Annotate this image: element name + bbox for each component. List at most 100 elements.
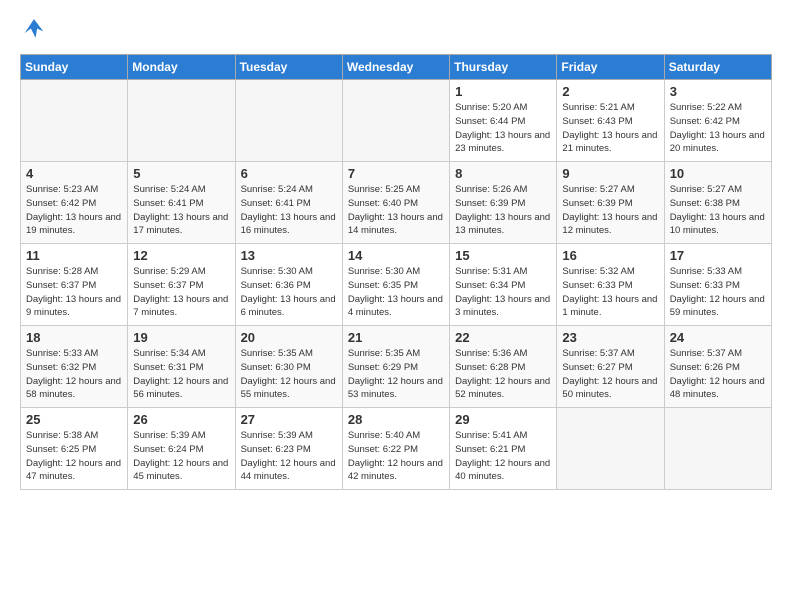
calendar-week-row: 11 Sunrise: 5:28 AM Sunset: 6:37 PM Dayl… — [21, 244, 772, 326]
daylight-text: Daylight: 12 hours and 59 minutes. — [670, 294, 765, 319]
daylight-text: Daylight: 13 hours and 6 minutes. — [241, 294, 336, 319]
sunset-text: Sunset: 6:21 PM — [455, 444, 525, 455]
day-info: Sunrise: 5:27 AM Sunset: 6:38 PM Dayligh… — [670, 183, 766, 238]
day-info: Sunrise: 5:35 AM Sunset: 6:30 PM Dayligh… — [241, 347, 337, 402]
calendar-cell: 17 Sunrise: 5:33 AM Sunset: 6:33 PM Dayl… — [664, 244, 771, 326]
day-info: Sunrise: 5:38 AM Sunset: 6:25 PM Dayligh… — [26, 429, 122, 484]
logo — [20, 16, 52, 44]
sunset-text: Sunset: 6:26 PM — [670, 362, 740, 373]
day-number: 9 — [562, 166, 658, 181]
calendar-cell: 21 Sunrise: 5:35 AM Sunset: 6:29 PM Dayl… — [342, 326, 449, 408]
day-info: Sunrise: 5:33 AM Sunset: 6:33 PM Dayligh… — [670, 265, 766, 320]
daylight-text: Daylight: 12 hours and 56 minutes. — [133, 376, 228, 401]
calendar-cell: 6 Sunrise: 5:24 AM Sunset: 6:41 PM Dayli… — [235, 162, 342, 244]
calendar-table: SundayMondayTuesdayWednesdayThursdayFrid… — [20, 54, 772, 490]
day-number: 25 — [26, 412, 122, 427]
sunrise-text: Sunrise: 5:31 AM — [455, 266, 527, 277]
sunset-text: Sunset: 6:35 PM — [348, 280, 418, 291]
sunrise-text: Sunrise: 5:29 AM — [133, 266, 205, 277]
calendar-cell: 16 Sunrise: 5:32 AM Sunset: 6:33 PM Dayl… — [557, 244, 664, 326]
sunrise-text: Sunrise: 5:38 AM — [26, 430, 98, 441]
sunrise-text: Sunrise: 5:40 AM — [348, 430, 420, 441]
daylight-text: Daylight: 12 hours and 53 minutes. — [348, 376, 443, 401]
sunrise-text: Sunrise: 5:36 AM — [455, 348, 527, 359]
day-number: 21 — [348, 330, 444, 345]
sunrise-text: Sunrise: 5:24 AM — [133, 184, 205, 195]
daylight-text: Daylight: 12 hours and 45 minutes. — [133, 458, 228, 483]
sunset-text: Sunset: 6:23 PM — [241, 444, 311, 455]
daylight-text: Daylight: 13 hours and 12 minutes. — [562, 212, 657, 237]
calendar-cell: 28 Sunrise: 5:40 AM Sunset: 6:22 PM Dayl… — [342, 408, 449, 490]
daylight-text: Daylight: 12 hours and 58 minutes. — [26, 376, 121, 401]
daylight-text: Daylight: 12 hours and 44 minutes. — [241, 458, 336, 483]
sunset-text: Sunset: 6:38 PM — [670, 198, 740, 209]
sunset-text: Sunset: 6:32 PM — [26, 362, 96, 373]
daylight-text: Daylight: 13 hours and 13 minutes. — [455, 212, 550, 237]
calendar-week-row: 18 Sunrise: 5:33 AM Sunset: 6:32 PM Dayl… — [21, 326, 772, 408]
day-number: 19 — [133, 330, 229, 345]
daylight-text: Daylight: 12 hours and 55 minutes. — [241, 376, 336, 401]
day-number: 11 — [26, 248, 122, 263]
sunset-text: Sunset: 6:40 PM — [348, 198, 418, 209]
logo-icon — [20, 16, 48, 44]
calendar-cell — [128, 80, 235, 162]
sunset-text: Sunset: 6:33 PM — [670, 280, 740, 291]
day-number: 23 — [562, 330, 658, 345]
day-number: 3 — [670, 84, 766, 99]
day-info: Sunrise: 5:27 AM Sunset: 6:39 PM Dayligh… — [562, 183, 658, 238]
daylight-text: Daylight: 13 hours and 1 minute. — [562, 294, 657, 319]
daylight-text: Daylight: 13 hours and 10 minutes. — [670, 212, 765, 237]
calendar-cell: 8 Sunrise: 5:26 AM Sunset: 6:39 PM Dayli… — [450, 162, 557, 244]
calendar-week-row: 4 Sunrise: 5:23 AM Sunset: 6:42 PM Dayli… — [21, 162, 772, 244]
column-header-saturday: Saturday — [664, 55, 771, 80]
day-info: Sunrise: 5:39 AM Sunset: 6:24 PM Dayligh… — [133, 429, 229, 484]
day-info: Sunrise: 5:25 AM Sunset: 6:40 PM Dayligh… — [348, 183, 444, 238]
daylight-text: Daylight: 13 hours and 9 minutes. — [26, 294, 121, 319]
day-info: Sunrise: 5:36 AM Sunset: 6:28 PM Dayligh… — [455, 347, 551, 402]
day-info: Sunrise: 5:24 AM Sunset: 6:41 PM Dayligh… — [133, 183, 229, 238]
sunset-text: Sunset: 6:41 PM — [241, 198, 311, 209]
day-number: 24 — [670, 330, 766, 345]
sunset-text: Sunset: 6:33 PM — [562, 280, 632, 291]
sunrise-text: Sunrise: 5:37 AM — [670, 348, 742, 359]
calendar-cell: 23 Sunrise: 5:37 AM Sunset: 6:27 PM Dayl… — [557, 326, 664, 408]
day-info: Sunrise: 5:22 AM Sunset: 6:42 PM Dayligh… — [670, 101, 766, 156]
calendar-cell — [342, 80, 449, 162]
day-info: Sunrise: 5:23 AM Sunset: 6:42 PM Dayligh… — [26, 183, 122, 238]
calendar-cell: 1 Sunrise: 5:20 AM Sunset: 6:44 PM Dayli… — [450, 80, 557, 162]
sunset-text: Sunset: 6:39 PM — [455, 198, 525, 209]
daylight-text: Daylight: 12 hours and 52 minutes. — [455, 376, 550, 401]
column-header-thursday: Thursday — [450, 55, 557, 80]
day-number: 16 — [562, 248, 658, 263]
calendar-cell — [21, 80, 128, 162]
sunrise-text: Sunrise: 5:30 AM — [241, 266, 313, 277]
day-number: 17 — [670, 248, 766, 263]
day-info: Sunrise: 5:21 AM Sunset: 6:43 PM Dayligh… — [562, 101, 658, 156]
sunrise-text: Sunrise: 5:22 AM — [670, 102, 742, 113]
day-number: 4 — [26, 166, 122, 181]
day-number: 1 — [455, 84, 551, 99]
daylight-text: Daylight: 13 hours and 19 minutes. — [26, 212, 121, 237]
calendar-cell — [557, 408, 664, 490]
sunrise-text: Sunrise: 5:20 AM — [455, 102, 527, 113]
calendar-cell: 5 Sunrise: 5:24 AM Sunset: 6:41 PM Dayli… — [128, 162, 235, 244]
daylight-text: Daylight: 13 hours and 20 minutes. — [670, 130, 765, 155]
day-number: 20 — [241, 330, 337, 345]
daylight-text: Daylight: 13 hours and 3 minutes. — [455, 294, 550, 319]
sunrise-text: Sunrise: 5:32 AM — [562, 266, 634, 277]
sunset-text: Sunset: 6:27 PM — [562, 362, 632, 373]
calendar-cell: 3 Sunrise: 5:22 AM Sunset: 6:42 PM Dayli… — [664, 80, 771, 162]
day-number: 13 — [241, 248, 337, 263]
sunrise-text: Sunrise: 5:30 AM — [348, 266, 420, 277]
day-info: Sunrise: 5:34 AM Sunset: 6:31 PM Dayligh… — [133, 347, 229, 402]
calendar-cell: 22 Sunrise: 5:36 AM Sunset: 6:28 PM Dayl… — [450, 326, 557, 408]
column-header-tuesday: Tuesday — [235, 55, 342, 80]
day-info: Sunrise: 5:37 AM Sunset: 6:26 PM Dayligh… — [670, 347, 766, 402]
day-number: 2 — [562, 84, 658, 99]
sunrise-text: Sunrise: 5:23 AM — [26, 184, 98, 195]
daylight-text: Daylight: 12 hours and 47 minutes. — [26, 458, 121, 483]
calendar-cell: 12 Sunrise: 5:29 AM Sunset: 6:37 PM Dayl… — [128, 244, 235, 326]
sunset-text: Sunset: 6:30 PM — [241, 362, 311, 373]
calendar-week-row: 25 Sunrise: 5:38 AM Sunset: 6:25 PM Dayl… — [21, 408, 772, 490]
daylight-text: Daylight: 13 hours and 21 minutes. — [562, 130, 657, 155]
